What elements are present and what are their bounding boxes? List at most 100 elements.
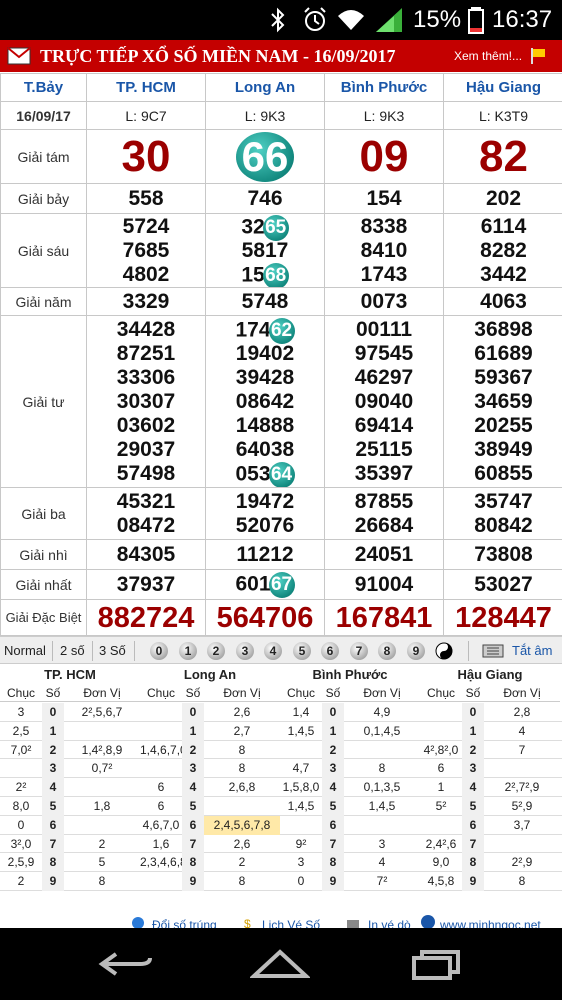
footer-link[interactable]: www.minhngoc.net	[440, 918, 541, 928]
prize-label: Giải tám	[0, 129, 87, 184]
prize-row-giai-dac-biet: Giải Đặc Biệt 882724 564706 167841 12844…	[0, 599, 562, 636]
loto-value: 1,4	[292, 705, 310, 719]
mute-toggle[interactable]: Tắt âm	[512, 643, 552, 658]
prize-number: 69414	[354, 413, 414, 437]
alarm-icon	[304, 7, 326, 31]
bluetooth-icon	[271, 7, 285, 33]
yin-yang-icon[interactable]	[435, 642, 453, 660]
loto-value: 2,6	[233, 836, 251, 851]
digit-6-button[interactable]: 6	[321, 642, 339, 660]
loto-value: 2²,9	[511, 855, 533, 870]
prize-number: 87251	[116, 341, 176, 365]
three-digit-button[interactable]: 3 Số	[99, 643, 126, 659]
signal-icon	[376, 8, 402, 32]
loto-value: 9,0	[432, 855, 450, 870]
loto-digit: 8	[462, 853, 484, 873]
prize-label: Giải bảy	[0, 183, 87, 214]
filter-toolbar: Normal 2 số 3 Số 0 1 2 3 4 5 6 7 8 9 Tắt…	[0, 636, 562, 664]
loto-value: 2²,7²,9	[504, 780, 540, 795]
digit-4-button[interactable]: 4	[264, 642, 282, 660]
see-more-link[interactable]: Xem thêm!...	[454, 48, 522, 64]
loto-value: 5²,9	[511, 799, 533, 813]
digit-7-button[interactable]: 7	[350, 642, 368, 660]
home-icon[interactable]	[250, 948, 310, 980]
prize-number: 35747	[474, 489, 533, 513]
digit-0-button[interactable]: 0	[150, 642, 168, 660]
exchange-icon	[132, 917, 144, 928]
loto-row: 2,5,9 8 5 2,3,4,6,8 8 2 3 8 4 9,0 8 2²,9	[0, 853, 562, 873]
loto-row: 7,0² 2 1,4²,8,9 1,4,6,7,0 2 8 2 4²,8²,0 2 7	[0, 740, 562, 760]
loto-value: 1,4,5	[287, 799, 315, 813]
loto-row: 3²,0 7 2 1,6 7 2,6 9² 7 3 2,4²,6 7	[0, 834, 562, 854]
prize-number: 38949	[474, 437, 533, 461]
prize-number: 09	[359, 131, 409, 181]
prize-label: Giải nhất	[0, 569, 87, 600]
recent-apps-icon[interactable]	[408, 948, 468, 980]
loto-col-header: Chục	[0, 684, 42, 702]
loto-digit: 0	[182, 703, 204, 722]
loto-col-header: Số	[322, 684, 344, 702]
prize-number: 59367	[474, 365, 533, 389]
loto-digit: 8	[322, 853, 344, 873]
prize-number: 57498	[116, 461, 176, 485]
loto-digit: 9	[462, 872, 484, 891]
results-table: T.Bảy TP. HCM Long An Bình Phước Hậu Gia…	[0, 73, 562, 636]
prize-number: 84305	[86, 539, 206, 570]
prize-number: 19472	[235, 489, 295, 513]
loto-value: 1,4²,8,9	[81, 742, 123, 757]
clock: 16:37	[492, 6, 553, 33]
loto-col-header: Số	[42, 684, 64, 702]
digit-2-button[interactable]: 2	[207, 642, 225, 660]
back-icon[interactable]	[96, 948, 156, 980]
mail-icon[interactable]	[7, 47, 31, 65]
ticket-code: L: K3T9	[443, 101, 562, 130]
digit-3-button[interactable]: 3	[236, 642, 254, 660]
prize-number: 97545	[354, 341, 414, 365]
loto-value: 1,5,8,0	[282, 780, 320, 795]
loto-value: 0	[297, 874, 305, 889]
prize-number: 30307	[116, 389, 176, 413]
loto-value	[64, 816, 140, 835]
loto-digit: 5	[322, 797, 344, 816]
loto-value: 1	[437, 780, 445, 795]
province-tp-hcm[interactable]: TP. HCM	[86, 73, 206, 102]
loto-digit: 2	[42, 740, 64, 760]
loto-col-header: Đơn Vị	[64, 684, 140, 702]
prize-number: 25115	[355, 437, 413, 461]
loto-digit: 7	[462, 834, 484, 854]
prize-number: 5724	[122, 214, 170, 238]
footer-link[interactable]: Lịch Vé Số	[262, 918, 320, 928]
loto-value: 1,8	[93, 799, 111, 813]
loto-digit: 6	[322, 815, 344, 835]
two-digit-button[interactable]: 2 số	[60, 643, 85, 659]
loto-value	[344, 816, 420, 835]
speaker-icon[interactable]	[482, 642, 506, 660]
digit-5-button[interactable]: 5	[293, 642, 311, 660]
normal-button[interactable]: Normal	[4, 643, 46, 659]
province-header-row: T.Bảy TP. HCM Long An Bình Phước Hậu Gia…	[0, 73, 562, 102]
province-binh-phuoc[interactable]: Bình Phước	[324, 73, 444, 102]
prize-number: 29037	[116, 437, 176, 461]
loto-value: 2	[98, 836, 106, 851]
province-long-an[interactable]: Long An	[205, 73, 325, 102]
prize-number: 36898	[474, 317, 533, 341]
prize-number: 8410	[360, 238, 408, 262]
loto-value: 5²	[435, 799, 447, 813]
loto-value: 8	[238, 874, 246, 889]
loto-value: 3	[378, 836, 386, 851]
prize-label: Giải tư	[0, 315, 87, 488]
footer-link[interactable]: In vé dò	[368, 918, 411, 928]
digit-1-button[interactable]: 1	[179, 642, 197, 660]
province-hau-giang[interactable]: Hậu Giang	[443, 73, 562, 102]
digit-9-button[interactable]: 9	[407, 642, 425, 660]
loto-digit: 5	[182, 797, 204, 816]
loto-value: 1,4,5	[287, 723, 315, 738]
prize-number: 80842	[474, 513, 533, 537]
digit-8-button[interactable]: 8	[378, 642, 396, 660]
loto-col-header: Số	[182, 684, 204, 702]
loto-value: 8	[238, 761, 246, 776]
prize-number: 37937	[86, 569, 206, 600]
footer-link[interactable]: Đổi số trúng	[152, 918, 217, 928]
svg-text:$: $	[244, 917, 251, 928]
jackpot-number: 882724	[97, 601, 195, 634]
